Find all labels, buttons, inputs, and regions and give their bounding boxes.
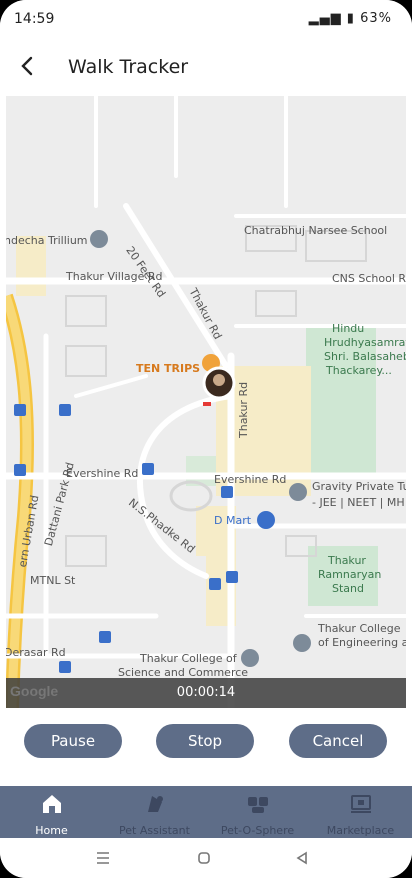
label-derasar-rd: Derasar Rd	[6, 646, 66, 659]
label-chatrabhuj: Chatrabhuj Narsee School	[244, 224, 388, 237]
signal-icon: ▂▄▆	[308, 11, 342, 26]
nav-home-label: Home	[35, 824, 68, 837]
app-header: Walk Tracker	[0, 40, 412, 96]
nav-pet-assistant[interactable]: Pet Assistant	[103, 792, 206, 837]
walk-controls: Pause Stop Cancel	[0, 708, 412, 786]
pet-assistant-icon	[147, 796, 163, 812]
label-thakur-college-1: Thakur College	[318, 622, 401, 635]
nav-marketplace[interactable]: Marketplace	[309, 792, 412, 837]
label-evershine-rd-2: Evershine Rd	[214, 473, 287, 486]
label-ten-trips: TEN TRIPS	[136, 362, 201, 375]
status-icons: ▂▄▆ ▮ 63%	[309, 11, 392, 26]
status-time: 14:59	[14, 11, 55, 27]
walk-timer: 00:00:14	[176, 685, 236, 700]
nav-marketplace-label: Marketplace	[326, 824, 395, 837]
label-thakur-ramnaryan-3: Stand	[332, 582, 364, 595]
stop-button[interactable]: Stop	[156, 724, 254, 758]
label-hindu-3: Shri. Balasaheb	[324, 350, 406, 363]
back-arrow-icon[interactable]	[16, 54, 40, 78]
label-d-mart: D Mart	[214, 514, 252, 527]
map-canvas	[6, 96, 406, 708]
status-bar: 14:59 ▂▄▆ ▮ 63%	[0, 0, 412, 40]
pet-o-sphere-icon	[247, 797, 268, 813]
battery-icon: ▮	[346, 11, 355, 26]
label-thakur-science-1: Thakur College of	[140, 652, 237, 665]
nav-pet-o-sphere[interactable]: Pet-O-Sphere	[206, 792, 309, 837]
map-view[interactable]: Chatrabhuj Narsee School ndecha Trillium…	[6, 96, 406, 708]
label-thakur-college-2: of Engineering an	[318, 636, 406, 649]
home-circle-icon[interactable]	[197, 851, 211, 865]
nav-pet-assistant-label: Pet Assistant	[119, 824, 190, 837]
label-thakur-ramnaryan-1: Thakur	[328, 554, 366, 567]
page-title: Walk Tracker	[68, 56, 189, 78]
label-gravity-1: Gravity Private Tu	[312, 480, 406, 493]
bottom-navigation: Home Pet Assistant Pet-O-Sphere Marketpl…	[0, 786, 412, 838]
label-hindu-2: Hrudhyasamrat	[324, 336, 406, 349]
nav-home[interactable]: Home	[0, 792, 103, 837]
label-dandecha: ndecha Trillium	[6, 234, 88, 247]
label-thakur-ramnaryan-2: Ramnaryan	[318, 568, 382, 581]
back-triangle-icon[interactable]	[295, 851, 309, 865]
phone-screen: 14:59 ▂▄▆ ▮ 63% Walk Tracker Chatrabhuj …	[0, 0, 412, 878]
timer-bar: Google 00:00:14	[6, 678, 406, 708]
battery-level: 63%	[360, 11, 392, 26]
pause-button[interactable]: Pause	[24, 724, 122, 758]
label-mtnl-st: MTNL St	[30, 574, 76, 587]
label-hindu-1: Hindu	[332, 322, 365, 335]
label-cns-school-rd: CNS School Rd	[332, 272, 406, 285]
label-gravity-2: - JEE | NEET | MH	[312, 496, 405, 509]
system-navigation-bar	[0, 838, 412, 878]
label-hindu-4: Thackarey...	[326, 364, 392, 377]
label-thakur-rd: Thakur Rd	[237, 381, 250, 438]
label-evershine-rd-1: Evershine Rd	[66, 467, 139, 480]
cancel-button[interactable]: Cancel	[289, 724, 387, 758]
nav-pet-o-sphere-label: Pet-O-Sphere	[220, 824, 295, 837]
home-icon	[42, 795, 61, 813]
marketplace-icon	[350, 795, 371, 813]
recents-icon[interactable]	[96, 852, 110, 864]
